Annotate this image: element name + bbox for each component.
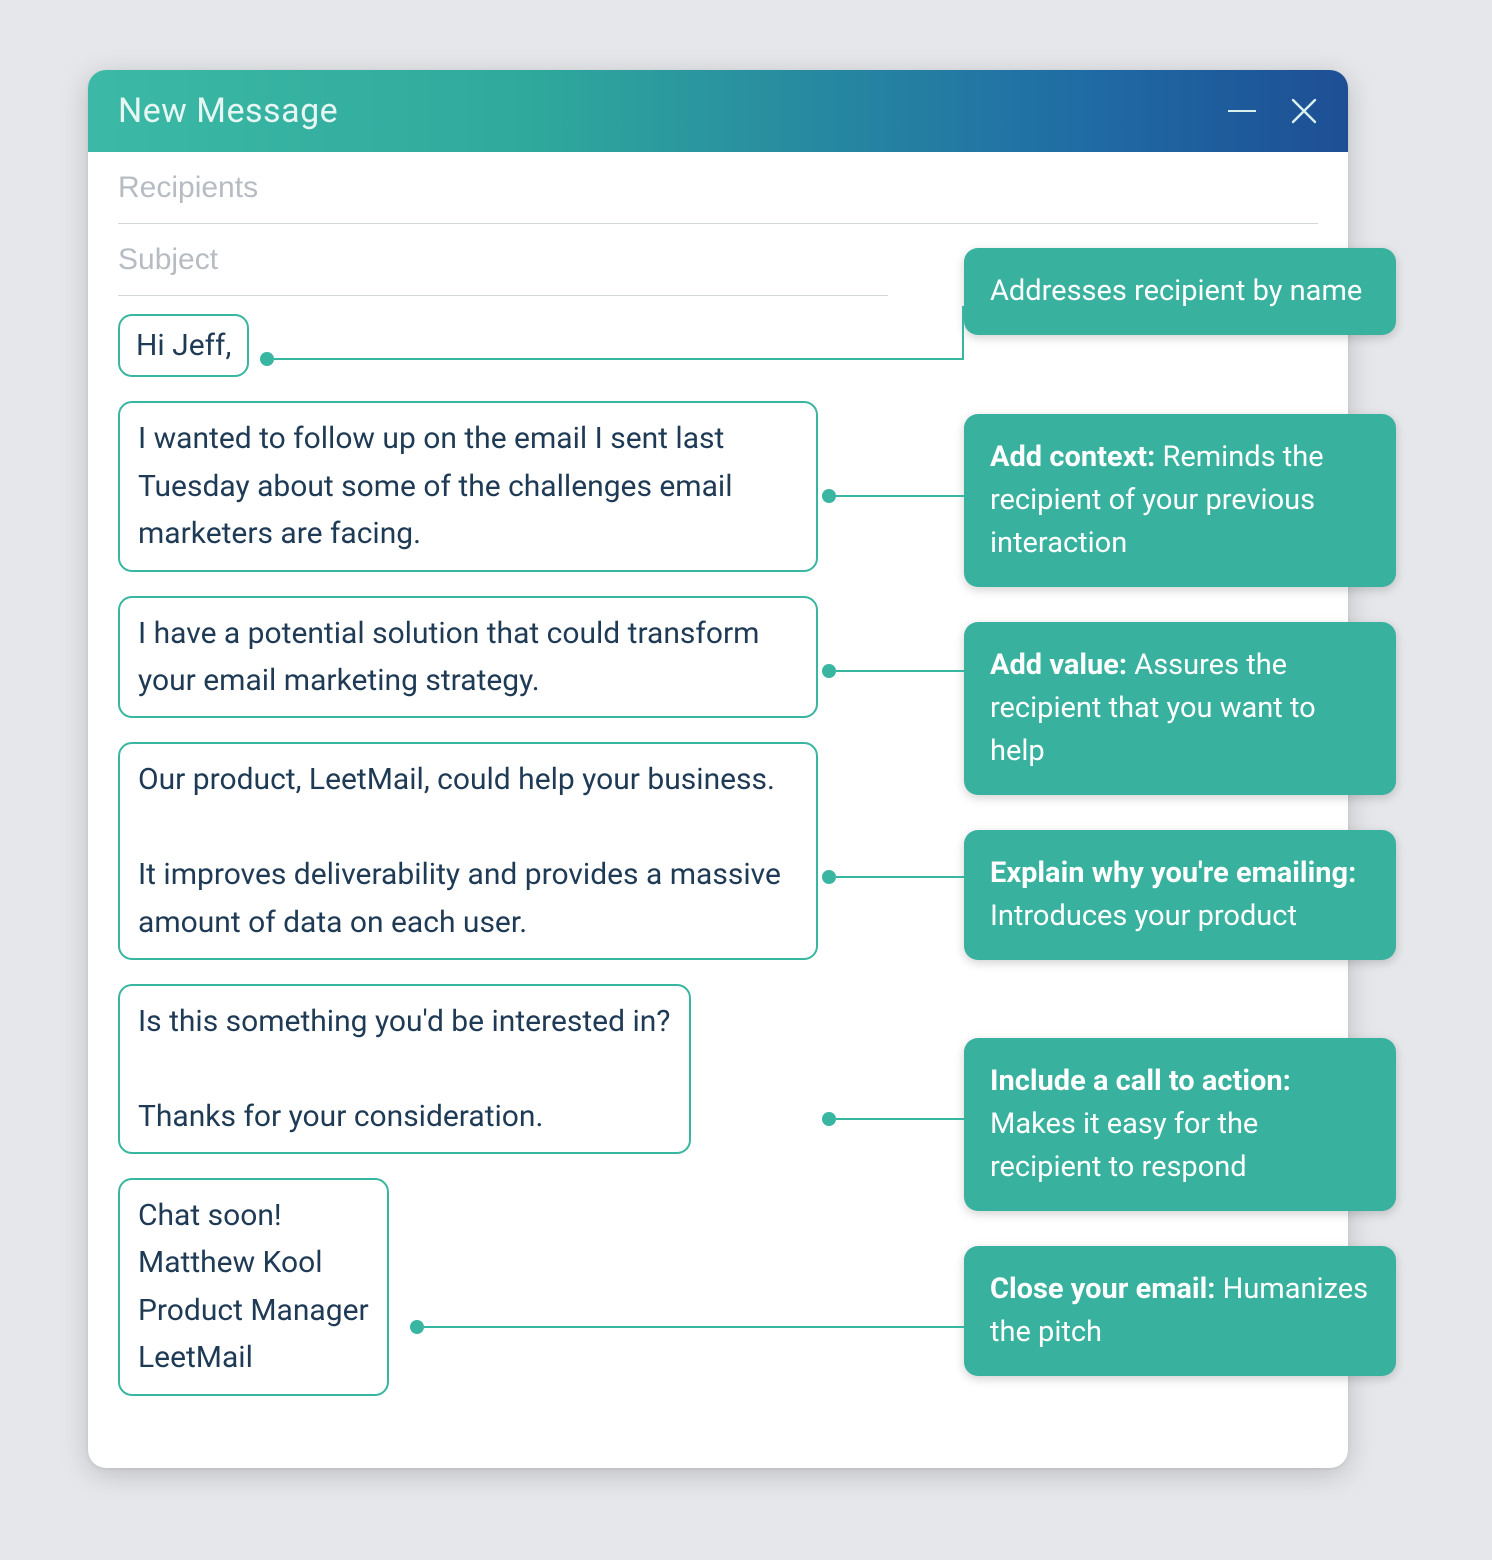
connector-dot-icon	[822, 870, 836, 884]
window-title: New Message	[118, 91, 338, 131]
snippet-cta: Is this something you'd be interested in…	[118, 984, 691, 1154]
connector-dot-icon	[822, 489, 836, 503]
snippet-explain: Our product, LeetMail, could help your b…	[118, 742, 818, 960]
callout-context-bold: Add context:	[990, 440, 1155, 474]
callout-context: Add context: Reminds the recipient of yo…	[964, 414, 1396, 587]
snippet-context: I wanted to follow up on the email I sen…	[118, 401, 818, 571]
callout-close-bold: Close your email:	[990, 1272, 1215, 1306]
connector-line-icon	[836, 1118, 964, 1120]
connector-line-icon	[836, 876, 964, 878]
snippet-value: I have a potential solution that could t…	[118, 596, 818, 719]
callout-greeting: Addresses recipient by name	[964, 248, 1396, 335]
minimize-icon[interactable]	[1228, 110, 1256, 112]
subject-input[interactable]	[118, 243, 888, 277]
title-bar: New Message	[88, 70, 1348, 152]
callout-cta: Include a call to action: Makes it easy …	[964, 1038, 1396, 1211]
callout-value-bold: Add value:	[990, 648, 1127, 682]
connector-line-icon	[836, 495, 964, 497]
connector-dot-icon	[822, 664, 836, 678]
connector-line-icon	[274, 358, 964, 360]
callout-close: Close your email: Humanizes the pitch	[964, 1246, 1396, 1376]
connector-dot-icon	[822, 1112, 836, 1126]
connector-line-icon	[962, 306, 964, 360]
connector-line-icon	[424, 1326, 964, 1328]
callout-cta-bold: Include a call to action:	[990, 1064, 1291, 1098]
connector-line-icon	[836, 670, 964, 672]
callout-explain-bold: Explain why you're emailing:	[990, 856, 1356, 890]
callout-greeting-text: Addresses recipient by name	[990, 274, 1362, 308]
close-icon[interactable]	[1290, 97, 1318, 125]
callout-value: Add value: Assures the recipient that yo…	[964, 622, 1396, 795]
recipients-row	[118, 152, 1318, 224]
callout-explain: Explain why you're emailing: Introduces …	[964, 830, 1396, 960]
callout-explain-text: Introduces your product	[990, 899, 1297, 933]
callout-cta-text: Makes it easy for the recipient to respo…	[990, 1107, 1258, 1184]
snippet-close: Chat soon! Matthew Kool Product Manager …	[118, 1178, 389, 1396]
connector-dot-icon	[260, 352, 274, 366]
recipients-input[interactable]	[118, 171, 1318, 205]
subject-row	[118, 224, 888, 296]
connector-dot-icon	[410, 1320, 424, 1334]
snippet-greeting: Hi Jeff,	[118, 314, 249, 377]
